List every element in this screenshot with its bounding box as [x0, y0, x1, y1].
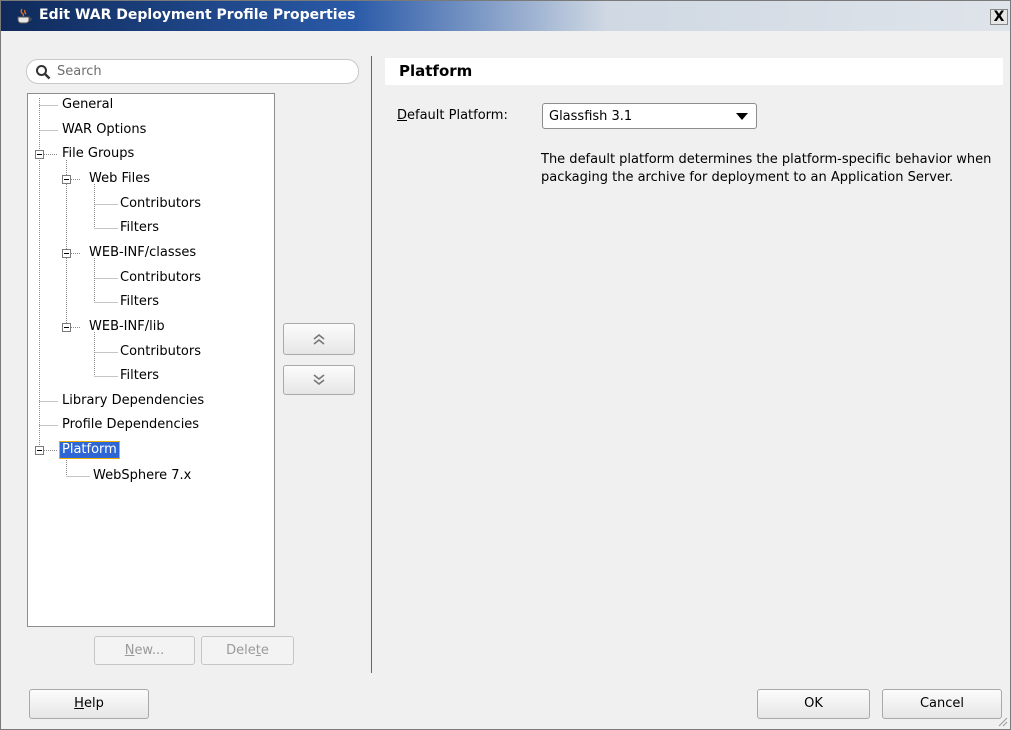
platform-description: The default platform determines the plat…: [541, 152, 992, 185]
cancel-button[interactable]: Cancel: [882, 689, 1002, 719]
tree-item-web-inf-classes[interactable]: WEB-INF/classes: [87, 245, 198, 261]
title-bar[interactable]: Edit WAR Deployment Profile Properties X: [1, 1, 1010, 31]
tree-item-profile-dependencies[interactable]: Profile Dependencies: [60, 417, 201, 433]
new-button[interactable]: New...: [94, 636, 195, 665]
collapse-toggle-web-inf-classes[interactable]: [62, 249, 71, 258]
new-label-mnemonic: N: [124, 643, 135, 658]
default-platform-select[interactable]: Glassfish 3.1: [542, 103, 757, 129]
tree-item-web-files[interactable]: Web Files: [87, 171, 152, 187]
navigation-tree[interactable]: General WAR Options File Groups Web File…: [27, 93, 275, 627]
tree-item-lib-contributors[interactable]: Contributors: [118, 344, 203, 360]
dropdown-arrow-icon: [736, 113, 748, 120]
dialog-window: Edit WAR Deployment Profile Properties X: [0, 0, 1011, 730]
help-label-mnemonic: H: [74, 696, 84, 711]
resize-grip-icon[interactable]: [996, 715, 1008, 727]
default-platform-label-rest: efault Platform:: [407, 108, 508, 123]
delete-label-suffix: e: [260, 643, 269, 658]
search-field[interactable]: [26, 59, 359, 84]
tree-item-classes-filters[interactable]: Filters: [118, 294, 161, 310]
tree-item-websphere[interactable]: WebSphere 7.x: [91, 468, 193, 484]
new-label-suffix: ew...: [134, 643, 165, 658]
help-button[interactable]: Help: [29, 689, 149, 719]
collapse-toggle-web-files[interactable]: [62, 175, 71, 184]
default-platform-label: Default Platform:: [397, 108, 508, 123]
tree-item-web-files-filters[interactable]: Filters: [118, 220, 161, 236]
move-up-button[interactable]: [283, 323, 355, 355]
default-platform-label-mnemonic: D: [397, 108, 408, 123]
tree-item-general[interactable]: General: [60, 97, 115, 113]
tree-item-war-options[interactable]: WAR Options: [60, 122, 148, 138]
window-title: Edit WAR Deployment Profile Properties: [39, 7, 356, 23]
delete-label-prefix: Dele: [226, 643, 256, 658]
close-button[interactable]: X: [990, 9, 1008, 25]
vertical-divider: [371, 56, 372, 673]
tree-item-file-groups[interactable]: File Groups: [60, 146, 136, 162]
panel-title: Platform: [385, 58, 1003, 85]
java-app-icon: [17, 8, 32, 24]
double-chevron-down-icon: [313, 374, 325, 386]
collapse-toggle-platform[interactable]: [35, 446, 44, 455]
help-label-suffix: elp: [83, 696, 104, 711]
collapse-toggle-file-groups[interactable]: [35, 150, 44, 159]
tree-item-lib-filters[interactable]: Filters: [118, 368, 161, 384]
search-icon: [36, 65, 51, 80]
tree-item-web-files-contributors[interactable]: Contributors: [118, 196, 203, 212]
ok-button[interactable]: OK: [757, 689, 870, 719]
collapse-toggle-web-inf-lib[interactable]: [62, 323, 71, 332]
search-input[interactable]: [57, 63, 347, 80]
tree-item-classes-contributors[interactable]: Contributors: [118, 270, 203, 286]
tree-item-web-inf-lib[interactable]: WEB-INF/lib: [87, 319, 167, 335]
double-chevron-up-icon: [313, 333, 325, 345]
default-platform-value: Glassfish 3.1: [549, 109, 633, 124]
move-down-button[interactable]: [283, 365, 355, 395]
tree-item-platform[interactable]: Platform: [59, 441, 120, 459]
tree-item-library-dependencies[interactable]: Library Dependencies: [60, 393, 206, 409]
delete-button[interactable]: Delete: [201, 636, 294, 665]
